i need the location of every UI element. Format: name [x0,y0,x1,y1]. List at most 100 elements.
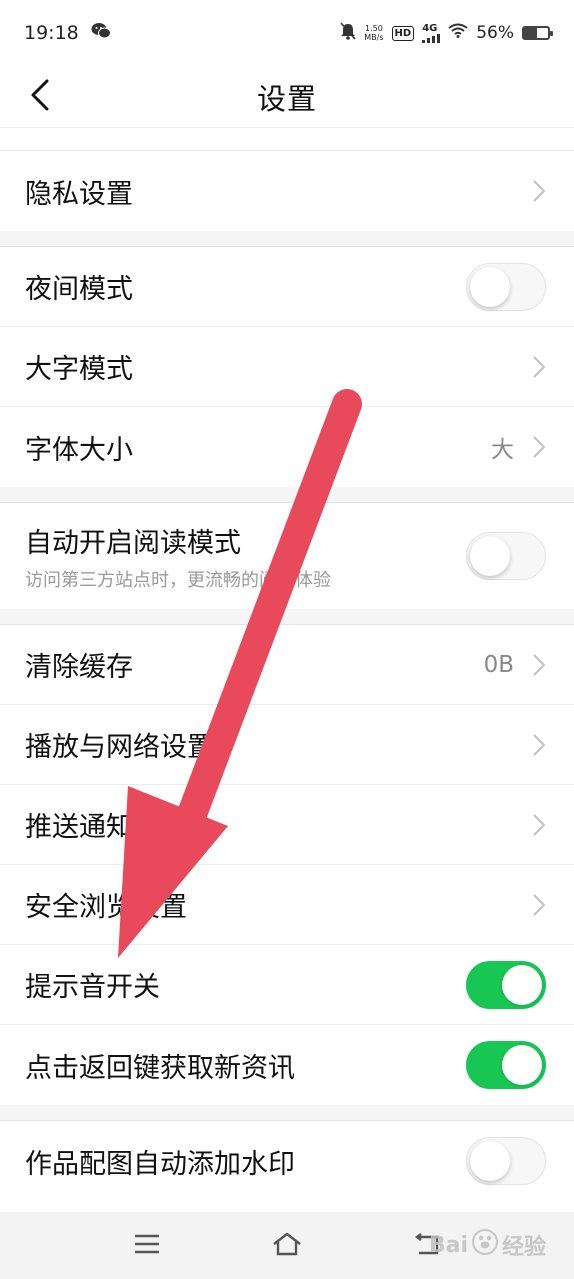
toggle-knob [502,1045,542,1085]
chevron-right-icon [533,653,546,676]
settings-section: 夜间模式大字模式字体大小 大 [0,247,574,487]
toggle-knob [470,1141,510,1181]
net-speed-unit: MB/s [364,33,384,42]
row-label: 点击返回键获取新资讯 [25,1052,295,1084]
row-text: 大字模式 [25,347,133,386]
row-text: 作品配图自动添加水印 [25,1142,295,1181]
battery-fill [524,28,538,38]
row-value: 0B [483,651,514,678]
settings-row[interactable]: 自动开启阅读模式访问第三方站点时，更流畅的阅读体验 [0,503,574,609]
back-button[interactable] [20,77,60,117]
settings-row[interactable]: 作品配图自动添加水印 [0,1121,574,1201]
settings-row[interactable]: 安全浏览设置 [0,865,574,945]
section-divider [0,609,574,625]
row-description: 访问第三方站点时，更流畅的阅读体验 [25,569,331,591]
settings-row[interactable]: 隐私设置 [0,151,574,231]
settings-row[interactable]: 夜间模式 [0,247,574,327]
section-divider [0,128,574,151]
settings-section: 自动开启阅读模式访问第三方站点时，更流畅的阅读体验 [0,503,574,609]
row-text: 自动开启阅读模式访问第三方站点时，更流畅的阅读体验 [25,521,331,592]
cellular-signal-icon: 4G [422,22,441,43]
row-value: 大 [491,437,514,463]
menu-icon [134,1234,160,1258]
row-control [532,893,546,917]
settings-section: 隐私设置 [0,151,574,231]
toggle-knob [470,536,510,576]
toggle-switch[interactable] [466,960,546,1009]
row-label: 字体大小 [25,434,133,466]
row-control: 0B [484,652,546,678]
signal-4g-label: 4G [422,22,438,34]
row-label: 夜间模式 [25,274,133,305]
row-control [532,813,546,837]
menu-button[interactable] [127,1226,167,1266]
page-title: 设置 [256,81,317,116]
chevron-right-icon [533,355,546,378]
settings-section: 作品配图自动添加水印 [0,1121,574,1201]
row-control [466,262,546,311]
status-bar: 19:18 1.50 MB/s HD 4G 56% [0,0,574,66]
settings-row[interactable]: 大字模式 [0,327,574,407]
toggle-switch[interactable] [466,1041,546,1089]
settings-row[interactable]: 播放与网络设置 [0,705,574,785]
row-control [532,733,546,757]
row-control [532,179,546,203]
toggle-knob [470,266,510,307]
battery-percent: 56% [476,23,514,43]
row-text: 播放与网络设置 [25,725,214,764]
status-time: 19:18 [24,22,79,44]
net-speed-value: 1.50 [364,24,383,33]
row-text: 字体大小 [25,428,133,467]
settings-row[interactable]: 推送通知 [0,785,574,865]
section-divider [0,231,574,247]
row-control [466,960,546,1009]
row-control [466,532,546,580]
row-control [466,1041,546,1089]
row-text: 隐私设置 [25,172,133,211]
header-bar: 设置 [0,66,574,128]
home-icon [272,1232,302,1260]
row-control: 大 [491,430,546,464]
row-label: 隐私设置 [25,178,133,210]
toggle-switch[interactable] [466,532,546,580]
watermark-text-a: Bai [428,1232,468,1258]
chevron-right-icon [533,893,546,916]
row-text: 夜间模式 [25,267,133,306]
chevron-left-icon [30,79,50,115]
section-divider [0,1105,574,1121]
network-speed: 1.50 MB/s [364,24,383,42]
wechat-icon [91,22,111,45]
settings-row[interactable]: 清除缓存 0B [0,625,574,705]
settings-section: 清除缓存 0B 播放与网络设置 推送通知安全浏览设置 提示音开关点击返回键获取新资讯 [0,625,574,1105]
row-control [532,355,546,379]
chevron-right-icon [533,733,546,756]
row-control [466,1137,546,1185]
chevron-right-icon [533,180,546,202]
row-label: 提示音开关 [25,972,160,1003]
row-label: 安全浏览设置 [25,892,187,923]
row-label: 作品配图自动添加水印 [25,1148,295,1180]
row-label: 播放与网络设置 [25,732,214,763]
paw-icon [471,1229,498,1261]
row-label: 大字模式 [25,354,133,385]
toggle-switch[interactable] [466,262,546,311]
row-text: 推送通知 [25,805,133,844]
chevron-right-icon [533,813,546,836]
hd-badge: HD [391,25,415,41]
settings-row[interactable]: 字体大小 大 [0,407,574,487]
toggle-switch[interactable] [466,1137,546,1185]
row-label: 推送通知 [25,812,133,843]
battery-icon [522,26,553,40]
settings-row[interactable]: 点击返回键获取新资讯 [0,1025,574,1105]
home-button[interactable] [267,1226,307,1266]
chevron-right-icon [533,436,546,458]
row-label: 自动开启阅读模式 [25,527,241,559]
settings-row[interactable]: 提示音开关 [0,945,574,1025]
toggle-knob [502,964,542,1005]
section-divider [0,487,574,503]
baidu-watermark: Bai 经验 [429,1229,546,1261]
row-label: 清除缓存 [25,652,133,683]
row-text: 提示音开关 [25,965,160,1004]
row-text: 点击返回键获取新资讯 [25,1046,295,1085]
row-text: 清除缓存 [25,645,133,684]
